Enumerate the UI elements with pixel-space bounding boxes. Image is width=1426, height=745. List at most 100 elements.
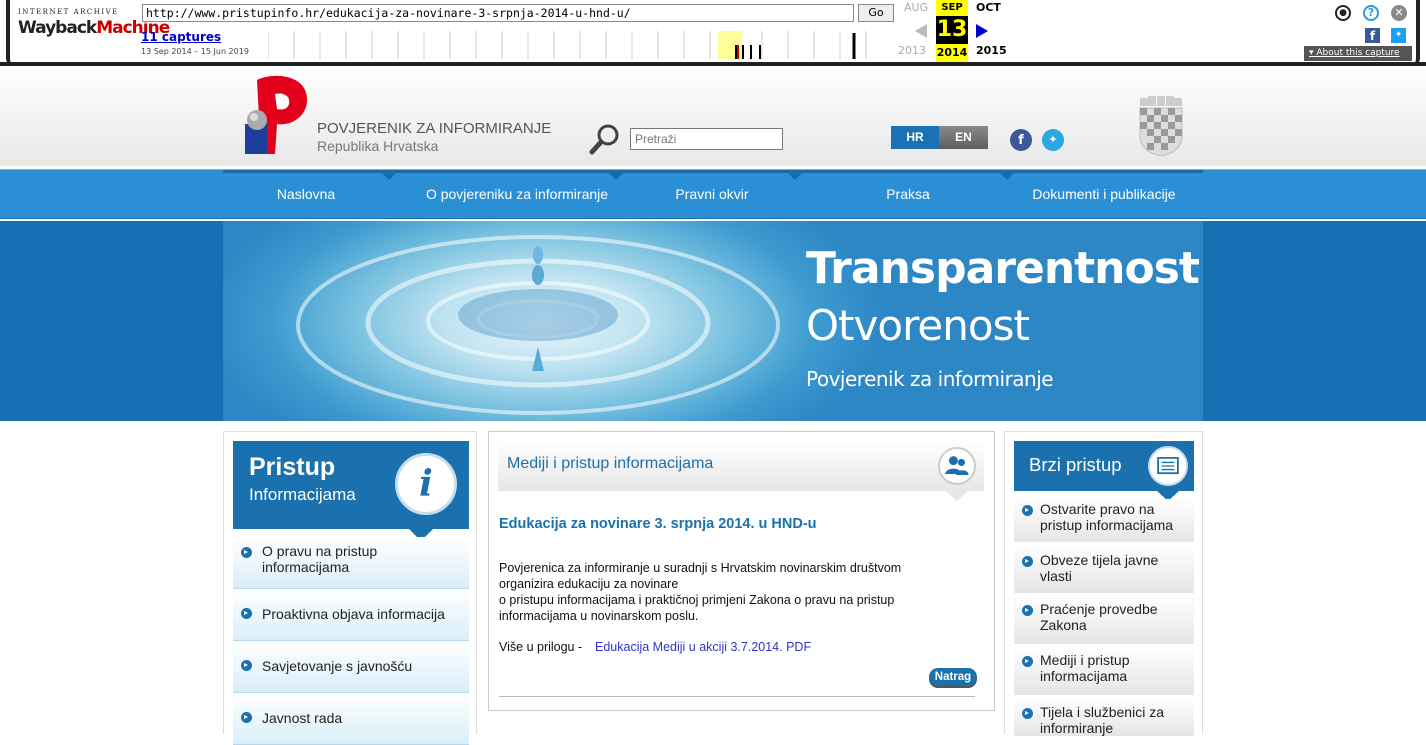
brzi-pristup-title: Brzi pristup [1029, 454, 1122, 475]
nav-arrow-icon [382, 173, 396, 180]
wayback-prev-month[interactable]: AUG [904, 1, 928, 14]
search-input[interactable] [630, 128, 783, 150]
bullet-arrow-icon [1022, 605, 1033, 616]
nav-item-label: Praksa [886, 186, 930, 202]
wayback-next-arrow-icon[interactable] [976, 24, 988, 38]
right-item-line1: Ostvarite pravo na [1040, 501, 1155, 517]
wayback-twitter-icon[interactable]: ✦ [1391, 28, 1406, 43]
left-item-label: Savjetovanje s javnošću [262, 658, 413, 674]
right-item-pracenje[interactable]: Praćenje provedbe Zakona [1014, 595, 1194, 645]
hero-image: Transparentnost Otvorenost Povjerenik za… [223, 221, 1203, 421]
bullet-arrow-icon [241, 712, 252, 723]
wayback-next-month[interactable]: OCT [976, 1, 1001, 14]
lang-en-button[interactable]: EN [939, 126, 988, 149]
left-item-line1: O pravu na pristup [262, 543, 378, 559]
nav-arrow-icon [788, 173, 802, 180]
right-item-line1: Obveze tijela javne [1040, 552, 1159, 568]
wayback-prev-year[interactable]: 2013 [898, 44, 926, 57]
wayback-facebook-icon[interactable]: f [1365, 28, 1380, 43]
nav-arrow-icon [609, 173, 623, 180]
info-icon: i [395, 453, 457, 515]
left-item-label: O pravu na pristup informacijama [262, 543, 462, 575]
wayback-go-button[interactable]: Go [858, 4, 894, 22]
left-item-label: Javnost rada [262, 710, 343, 726]
right-item-mediji[interactable]: Mediji i pristup informacijama [1014, 646, 1194, 696]
twitter-icon[interactable]: ✦ [1042, 129, 1064, 151]
article-paragraph: o pristupu informacijama i praktičnoj pr… [499, 593, 895, 607]
nav-item-o-povjereniku[interactable]: O povjereniku za informiranje [418, 173, 623, 219]
bullet-arrow-icon [1022, 656, 1033, 667]
wayback-close-icon[interactable]: ✕ [1391, 5, 1407, 21]
right-item-ostvarite[interactable]: Ostvarite pravo na pristup informacijama [1014, 499, 1194, 543]
nav-item-pravni-okvir[interactable]: Pravni okvir [629, 173, 802, 219]
coat-of-arms-icon [1139, 96, 1183, 156]
right-item-label: Tijela i službenici za informiranje [1040, 704, 1190, 736]
right-item-line1: Mediji i pristup [1040, 652, 1130, 668]
nav-item-naslovna[interactable]: Naslovna [223, 173, 396, 219]
divider [499, 696, 975, 697]
article-title[interactable]: Edukacija za novinare 3. srpnja 2014. u … [499, 516, 817, 532]
facebook-icon[interactable]: f [1010, 129, 1032, 151]
wayback-next-year[interactable]: 2015 [976, 44, 1007, 57]
right-item-obveze[interactable]: Obveze tijela javne vlasti [1014, 544, 1194, 594]
site: POVJERENIK ZA INFORMIRANJE Republika Hrv… [0, 66, 1426, 745]
attachment-link[interactable]: Edukacija Mediji u akciji 3.7.2014. PDF [595, 640, 811, 654]
right-item-line1: Tijela i službenici za [1040, 704, 1164, 720]
people-icon [938, 447, 976, 485]
left-item-label: Proaktivna objava informacija [262, 606, 445, 622]
wayback-captures-link[interactable]: 11 captures [141, 30, 221, 44]
left-item-javnost-rada[interactable]: Javnost rada [233, 693, 469, 745]
hero-banner: Transparentnost Otvorenost Povjerenik za… [0, 221, 1426, 421]
bullet-arrow-icon [241, 547, 252, 558]
site-header: POVJERENIK ZA INFORMIRANJE Republika Hrv… [0, 66, 1426, 166]
search-icon[interactable] [588, 123, 624, 155]
right-item-line2: vlasti [1040, 568, 1072, 584]
wayback-prev-arrow-icon[interactable] [915, 24, 927, 38]
right-item-line1: Praćenje provedbe [1040, 601, 1158, 617]
wayback-current-month: SEP [936, 0, 968, 16]
wayback-about-capture[interactable]: ▾ About this capture [1304, 46, 1412, 61]
right-item-line2: Zakona [1040, 617, 1087, 633]
back-button[interactable]: Natrag [929, 668, 977, 686]
wayback-current-year: 2014 [936, 44, 968, 62]
right-item-label: Obveze tijela javne vlasti [1040, 552, 1190, 584]
document-icon [1148, 446, 1188, 486]
bullet-arrow-icon [1022, 505, 1033, 516]
article-paragraph: informacijama u novinarskom poslu. [499, 609, 699, 623]
wayback-help-icon[interactable]: ? [1363, 5, 1379, 21]
wayback-logo-word-a: Wayback [18, 18, 97, 38]
nav-arrow-icon [1000, 173, 1014, 180]
wayback-sparkline[interactable] [268, 31, 892, 59]
left-item-proaktivna[interactable]: Proaktivna objava informacija [233, 589, 469, 641]
left-item-o-pravu[interactable]: O pravu na pristup informacijama [233, 537, 469, 589]
right-item-label: Ostvarite pravo na pristup informacijama [1040, 501, 1190, 533]
pristup-header: Pristup Informacijama i [233, 441, 469, 541]
wayback-calendar: AUG 2013 SEP 13 2014 OCT 2015 [896, 0, 1020, 62]
main-nav-inner: Naslovna O povjereniku za informiranje P… [223, 170, 1203, 218]
left-item-savjetovanje[interactable]: Savjetovanje s javnošću [233, 641, 469, 693]
hero-tagline: Povjerenik za informiranje [806, 367, 1054, 391]
nav-item-dokumenti[interactable]: Dokumenti i publikacije [1013, 173, 1195, 219]
right-item-line2: pristup informacijama [1040, 517, 1174, 533]
wayback-url-input[interactable] [142, 4, 854, 22]
left-item-line2: informacijama [262, 559, 350, 575]
left-column: Pristup Informacijama i O pravu na prist… [223, 431, 477, 745]
pristup-logo-icon[interactable] [235, 74, 315, 156]
main-nav: Naslovna O povjereniku za informiranje P… [0, 169, 1426, 219]
wayback-logo[interactable]: INTERNET ARCHIVE WaybackMachine [18, 8, 170, 48]
wayback-current-day: 13 [936, 17, 968, 42]
right-item-label: Praćenje provedbe Zakona [1040, 601, 1190, 633]
right-column: Brzi pristup Ostvarite pravo na pristup i… [1004, 431, 1203, 737]
right-item-tijela[interactable]: Tijela i službenici za informiranje [1014, 697, 1194, 737]
article-paragraph: organizira edukaciju za novinare [499, 577, 679, 591]
bullet-arrow-icon [1022, 708, 1033, 719]
lang-hr-button[interactable]: HR [891, 126, 939, 149]
nav-item-praksa[interactable]: Praksa [809, 173, 1014, 219]
bullet-arrow-icon [241, 608, 252, 619]
org-name: POVJERENIK ZA INFORMIRANJE [317, 120, 552, 137]
nav-item-label: Naslovna [276, 186, 336, 202]
nav-item-label: O povjereniku za informiranje [425, 186, 609, 202]
wayback-logo-top: INTERNET ARCHIVE [18, 8, 119, 16]
wayback-user-icon[interactable]: ● [1335, 5, 1351, 21]
pristup-subtitle: Informacijama [249, 485, 356, 504]
